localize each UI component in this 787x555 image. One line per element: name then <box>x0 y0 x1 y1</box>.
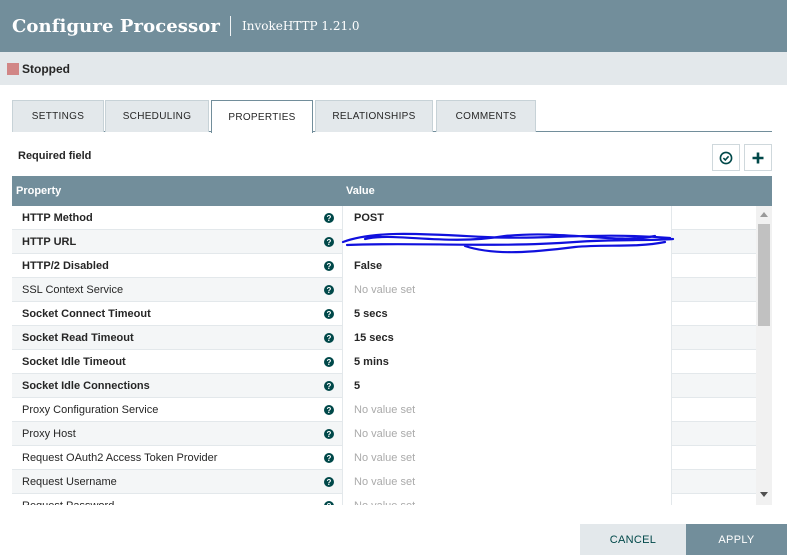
property-value-cell[interactable]: 5 <box>342 374 672 398</box>
tab-settings[interactable]: SETTINGS <box>12 100 104 132</box>
dialog-title: Configure Processor <box>12 15 220 37</box>
property-value: No value set <box>354 500 415 505</box>
cancel-button[interactable]: CANCEL <box>580 524 686 555</box>
property-value: 5 secs <box>354 308 388 320</box>
property-name: SSL Context Service <box>22 284 124 296</box>
property-value: No value set <box>354 452 416 464</box>
property-value-cell[interactable]: No value set <box>342 278 672 302</box>
tab-comments[interactable]: COMMENTS <box>436 100 536 132</box>
table-row[interactable]: Request Username? No value set <box>12 470 756 494</box>
table-row[interactable]: Request OAuth2 Access Token Provider? No … <box>12 446 756 470</box>
property-value-cell[interactable]: No value set <box>342 398 672 422</box>
help-icon[interactable]: ? <box>324 261 334 271</box>
table-row[interactable]: Socket Connect Timeout? 5 secs <box>12 302 756 326</box>
required-field-label: Required field <box>18 150 92 162</box>
property-value-cell[interactable] <box>341 230 675 254</box>
dialog-header: Configure Processor InvokeHTTP 1.21.0 <box>0 0 787 52</box>
properties-table: Property Value HTTP Method? POST HTTP URL?… <box>12 176 772 505</box>
apply-button[interactable]: APPLY <box>686 524 787 555</box>
property-name: Socket Idle Connections <box>22 380 150 392</box>
status-label: Stopped <box>22 61 70 76</box>
table-header: Property Value <box>12 176 772 206</box>
property-value-cell[interactable]: POST <box>342 206 672 230</box>
property-name: Request OAuth2 Access Token Provider <box>22 452 218 464</box>
table-row[interactable]: Proxy Configuration Service? No value set <box>12 398 756 422</box>
property-value-cell[interactable]: No value set <box>342 446 672 470</box>
table-row[interactable]: HTTP Method? POST <box>12 206 756 230</box>
property-name: Request Username <box>22 476 117 488</box>
help-icon[interactable]: ? <box>324 453 334 463</box>
add-property-button[interactable] <box>744 144 772 171</box>
check-circle-icon <box>719 151 733 164</box>
property-value-cell[interactable]: No value set <box>342 422 672 446</box>
property-name: Proxy Configuration Service <box>22 404 159 416</box>
help-icon[interactable]: ? <box>324 477 334 487</box>
property-name: HTTP/2 Disabled <box>22 260 109 272</box>
redaction-scribble <box>341 232 675 254</box>
property-value-cell[interactable]: False <box>342 254 672 278</box>
help-icon[interactable]: ? <box>324 309 334 319</box>
table-row[interactable]: Socket Idle Timeout? 5 mins <box>12 350 756 374</box>
property-value-cell[interactable]: No value set <box>342 494 672 505</box>
property-name: Socket Connect Timeout <box>22 308 151 320</box>
help-icon[interactable]: ? <box>324 285 334 295</box>
property-value: No value set <box>354 428 416 440</box>
property-name: Proxy Host <box>22 428 76 440</box>
help-icon[interactable]: ? <box>324 381 334 391</box>
property-name: HTTP URL <box>22 236 77 248</box>
table-row[interactable]: HTTP/2 Disabled? False <box>12 254 756 278</box>
help-icon[interactable]: ? <box>324 333 334 343</box>
column-header-value[interactable]: Value <box>346 185 375 197</box>
property-name: Socket Idle Timeout <box>22 356 126 368</box>
status-bar: Stopped <box>0 52 787 85</box>
table-row[interactable]: SSL Context Service? No value set <box>12 278 756 302</box>
scroll-down-icon[interactable] <box>760 492 768 497</box>
column-header-property[interactable]: Property <box>16 185 61 197</box>
scroll-up-icon[interactable] <box>760 212 768 217</box>
table-row[interactable]: Socket Read Timeout? 15 secs <box>12 326 756 350</box>
processor-type: InvokeHTTP 1.21.0 <box>241 19 360 33</box>
tab-relationships[interactable]: RELATIONSHIPS <box>315 100 433 132</box>
help-icon[interactable]: ? <box>324 357 334 367</box>
property-value-cell[interactable]: 5 mins <box>342 350 672 374</box>
help-icon[interactable]: ? <box>324 213 334 223</box>
property-name: Request Password <box>22 500 114 505</box>
stopped-icon <box>7 62 19 75</box>
table-row[interactable]: Socket Idle Connections? 5 <box>12 374 756 398</box>
property-value: No value set <box>354 284 416 296</box>
table-scrollbar[interactable] <box>756 206 772 505</box>
property-name: Socket Read Timeout <box>22 332 134 344</box>
property-value: 15 secs <box>354 332 394 344</box>
property-value: No value set <box>354 404 416 416</box>
tab-bar: SETTINGS SCHEDULING PROPERTIES RELATIONS… <box>12 100 772 133</box>
property-value-cell[interactable]: 15 secs <box>342 326 672 350</box>
property-value-cell[interactable]: 5 secs <box>342 302 672 326</box>
help-icon[interactable]: ? <box>324 501 334 505</box>
table-row[interactable]: Request Password? No value set <box>12 494 756 505</box>
property-value: 5 mins <box>354 356 389 368</box>
scroll-thumb[interactable] <box>758 224 770 326</box>
property-value-cell[interactable]: No value set <box>342 470 672 494</box>
tab-scheduling[interactable]: SCHEDULING <box>105 100 209 132</box>
help-icon[interactable]: ? <box>324 405 334 415</box>
help-icon[interactable]: ? <box>324 429 334 439</box>
verify-button[interactable] <box>712 144 740 171</box>
property-name: HTTP Method <box>22 212 93 224</box>
property-value: 5 <box>354 380 361 392</box>
property-value: False <box>354 260 383 272</box>
property-value: No value set <box>354 476 416 488</box>
tab-properties[interactable]: PROPERTIES <box>211 100 313 133</box>
plus-icon <box>752 152 764 163</box>
help-icon[interactable]: ? <box>324 237 334 247</box>
table-row[interactable]: HTTP URL? <box>12 230 756 254</box>
table-row[interactable]: Proxy Host? No value set <box>12 422 756 446</box>
header-divider <box>229 16 231 36</box>
property-value: POST <box>354 212 384 224</box>
